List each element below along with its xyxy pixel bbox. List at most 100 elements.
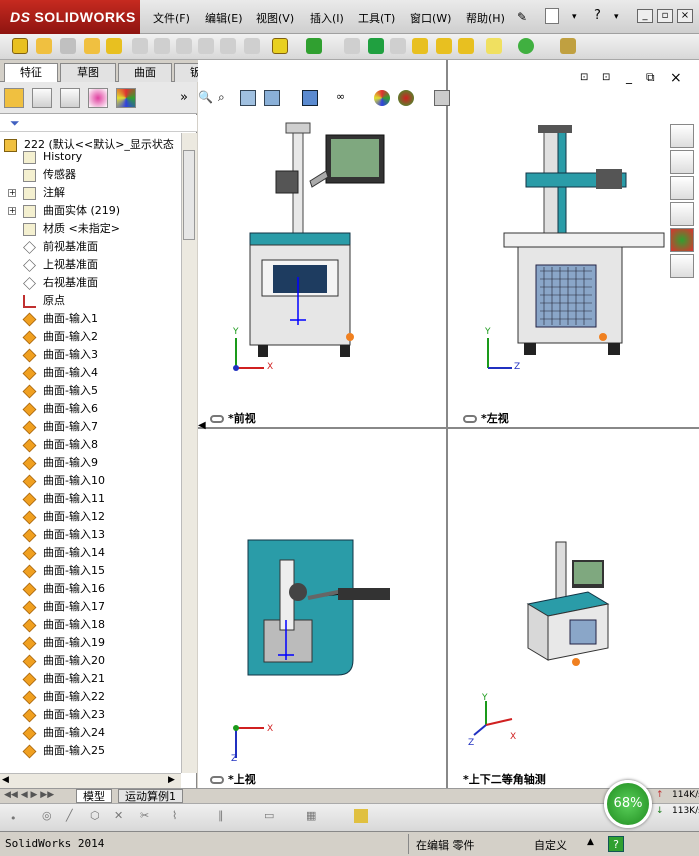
close-icon[interactable]: ×: [677, 9, 693, 23]
scroll-right-icon[interactable]: ▶: [168, 775, 175, 785]
vertical-splitter[interactable]: [446, 60, 448, 788]
display-style-icon[interactable]: ∞: [336, 90, 352, 106]
tree-item[interactable]: 曲面-输入1: [0, 310, 181, 328]
untrim-surface-icon[interactable]: [368, 38, 384, 54]
pin-icon[interactable]: ✎: [517, 10, 527, 24]
left-view-label[interactable]: *左视: [463, 410, 509, 426]
filter-row[interactable]: ⏷: [0, 115, 197, 132]
trim-icon[interactable]: ✂: [140, 809, 149, 822]
horizontal-splitter[interactable]: [198, 427, 699, 429]
edit-appearance-icon[interactable]: [374, 90, 390, 106]
tree-item[interactable]: 曲面-输入11: [0, 490, 181, 508]
tree-item[interactable]: 曲面-输入9: [0, 454, 181, 472]
tree-item[interactable]: 曲面-输入22: [0, 688, 181, 706]
replace-face-icon[interactable]: [272, 38, 288, 54]
chevron-down-icon[interactable]: ▾: [572, 12, 577, 22]
performance-indicator[interactable]: 68%: [604, 780, 652, 828]
feature-manager-icon[interactable]: [4, 88, 24, 108]
tree-item[interactable]: 曲面-输入15: [0, 562, 181, 580]
menu-window[interactable]: 窗口(W): [410, 10, 451, 26]
tree-horizontal-scrollbar[interactable]: ◀ ▶: [0, 773, 181, 788]
tree-scroll-thumb[interactable]: [183, 150, 195, 240]
extruded-surface-icon[interactable]: [12, 38, 28, 54]
top-view-model[interactable]: [238, 530, 398, 680]
revolved-surface-icon[interactable]: [36, 38, 52, 54]
tree-item[interactable]: 曲面-输入5: [0, 382, 181, 400]
point-icon[interactable]: •: [10, 812, 17, 825]
lofted-surface-icon[interactable]: [84, 38, 100, 54]
tree-item[interactable]: 曲面-输入16: [0, 580, 181, 598]
menu-insert[interactable]: 插入(I): [310, 10, 344, 26]
cut-with-surface-icon[interactable]: [458, 38, 474, 54]
menu-view[interactable]: 视图(V): [256, 10, 294, 26]
appearances-icon[interactable]: [670, 228, 694, 252]
menu-tools[interactable]: 工具(T): [358, 10, 395, 26]
help-icon[interactable]: ?: [608, 836, 624, 852]
chevron-down-icon[interactable]: ▾: [614, 12, 619, 22]
smart-dimension-icon[interactable]: [354, 809, 368, 823]
fill-surface-icon[interactable]: [132, 38, 148, 54]
property-manager-icon[interactable]: [32, 88, 52, 108]
tree-item[interactable]: + 曲面实体 (219): [0, 202, 181, 220]
new-document-icon[interactable]: [545, 8, 559, 24]
tree-item[interactable]: 曲面-输入17: [0, 598, 181, 616]
home-icon[interactable]: [670, 124, 694, 148]
display-manager-icon[interactable]: [116, 88, 136, 108]
tree-item[interactable]: 曲面-输入6: [0, 400, 181, 418]
expand-icon[interactable]: +: [8, 189, 16, 197]
trim-surface-icon[interactable]: [344, 38, 360, 54]
tab-sketch[interactable]: 草图: [60, 63, 116, 82]
tree-item[interactable]: 右视基准面: [0, 274, 181, 292]
tree-item[interactable]: 曲面-输入10: [0, 472, 181, 490]
tree-item[interactable]: 曲面-输入25: [0, 742, 181, 760]
section-view-icon[interactable]: [264, 90, 280, 106]
tab-model[interactable]: 模型: [76, 789, 112, 803]
file-explorer-icon[interactable]: [670, 176, 694, 200]
tree-item[interactable]: 曲面-输入13: [0, 526, 181, 544]
restore-icon[interactable]: ⧉: [646, 70, 655, 85]
solidworks-logo[interactable]: DS SOLIDWORKS: [0, 0, 140, 34]
tree-item[interactable]: 曲面-输入4: [0, 364, 181, 382]
menu-help[interactable]: 帮助(H): [466, 10, 505, 26]
tree-item[interactable]: 曲面-输入20: [0, 652, 181, 670]
thickened-cut-icon[interactable]: [436, 38, 452, 54]
tab-motion-study[interactable]: 运动算例1: [118, 789, 183, 803]
knit-surface-icon[interactable]: [390, 38, 406, 54]
configuration-manager-icon[interactable]: [60, 88, 80, 108]
polygon-icon[interactable]: ⬡: [90, 809, 100, 822]
tree-item[interactable]: 曲面-输入3: [0, 346, 181, 364]
menu-file[interactable]: 文件(F): [153, 10, 190, 26]
tree-item[interactable]: 曲面-输入7: [0, 418, 181, 436]
tree-item[interactable]: 曲面-输入24: [0, 724, 181, 742]
view-palette-icon[interactable]: [670, 202, 694, 226]
offset-surface-icon[interactable]: [176, 38, 192, 54]
zoom-to-fit-icon[interactable]: 🔍: [198, 90, 214, 106]
surface-flatten-icon[interactable]: [220, 38, 236, 54]
iso-view-label[interactable]: *上下二等角轴测: [463, 771, 546, 787]
tree-item[interactable]: 曲面-输入21: [0, 670, 181, 688]
tree-item[interactable]: 曲面-输入18: [0, 616, 181, 634]
boundary-surface-icon[interactable]: [106, 38, 122, 54]
graphics-area[interactable]: ◀ ⊡ ⊡ _ ⧉ × Y X Y Z X Z Y X Z *前视 *左视 *上…: [198, 60, 699, 788]
tree-item[interactable]: 曲面-输入19: [0, 634, 181, 652]
planar-surface-icon[interactable]: [154, 38, 170, 54]
front-view-label[interactable]: *前视: [210, 410, 256, 426]
tree-item[interactable]: 材质 <未指定>: [0, 220, 181, 238]
minimize-icon[interactable]: _: [637, 9, 653, 23]
filter-icon[interactable]: ⏷: [10, 116, 20, 131]
tab-nav-icon[interactable]: ◀◀ ◀ ▶ ▶▶: [4, 790, 54, 800]
thicken-icon[interactable]: [412, 38, 428, 54]
sketch-tool-icon[interactable]: ⌇: [172, 809, 177, 822]
apply-scene-icon[interactable]: [398, 90, 414, 106]
previous-view-icon[interactable]: [240, 90, 256, 106]
minimize-icon[interactable]: _: [626, 70, 632, 84]
isometric-view-model[interactable]: [508, 530, 638, 680]
restore-icon[interactable]: ▫: [657, 9, 673, 23]
circle-icon[interactable]: ◎: [42, 809, 52, 822]
top-view-label[interactable]: *上视: [210, 771, 256, 787]
fillet-icon[interactable]: [486, 38, 502, 54]
chevron-up-icon[interactable]: ▲: [587, 837, 594, 847]
menu-edit[interactable]: 编辑(E): [205, 10, 243, 26]
tree-item[interactable]: 前视基准面: [0, 238, 181, 256]
tree-item[interactable]: 上视基准面: [0, 256, 181, 274]
